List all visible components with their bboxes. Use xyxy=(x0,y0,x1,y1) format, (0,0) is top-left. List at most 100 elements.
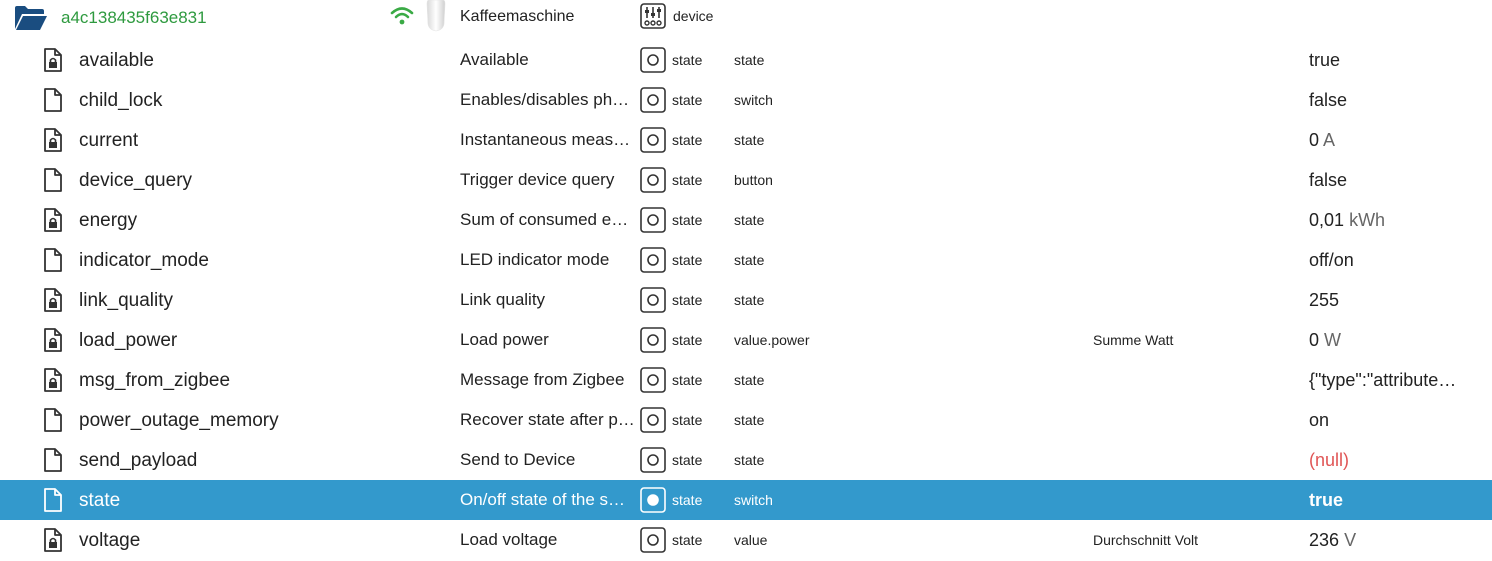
state-row-voltage[interactable]: voltage Load voltage state value Durchschnit… xyxy=(0,520,1492,560)
state-value-text: 0 xyxy=(1309,330,1320,350)
state-name[interactable]: energy xyxy=(79,210,137,232)
state-row-device_query[interactable]: device_query Trigger device query state but… xyxy=(0,160,1492,200)
state-role[interactable]: state xyxy=(734,292,764,308)
state-value[interactable]: 0,01 kWh xyxy=(1309,210,1479,231)
state-description: Link quality xyxy=(460,290,546,309)
device-row[interactable]: a4c138435f63e831 Kaffeemaschine device xyxy=(0,0,1492,40)
state-description: Message from Zigbee xyxy=(460,370,625,389)
state-role[interactable]: button xyxy=(734,172,773,188)
file-lock-icon xyxy=(44,328,62,352)
state-name[interactable]: send_payload xyxy=(79,450,197,472)
folder-open-icon[interactable] xyxy=(14,5,48,31)
state-value[interactable]: 0 A xyxy=(1309,130,1479,151)
state-type-icon xyxy=(640,327,666,353)
state-value-text: 0,01 xyxy=(1309,210,1345,230)
state-unit-note: Summe Watt xyxy=(1093,332,1174,348)
object-tree: a4c138435f63e831 Kaffeemaschine device a… xyxy=(0,0,1492,560)
state-role[interactable]: state xyxy=(734,452,764,468)
file-lock-icon xyxy=(44,48,62,72)
state-name[interactable]: state xyxy=(79,490,120,512)
state-value[interactable]: true xyxy=(1309,50,1479,71)
state-role[interactable]: state xyxy=(734,132,764,148)
state-name[interactable]: available xyxy=(79,50,154,72)
state-name[interactable]: voltage xyxy=(79,530,140,552)
state-row-power_outage_memory[interactable]: power_outage_memory Recover state after p… xyxy=(0,400,1492,440)
state-role[interactable]: value xyxy=(734,532,767,548)
state-name[interactable]: child_lock xyxy=(79,90,162,112)
state-row-link_quality[interactable]: link_quality Link quality state state 255 xyxy=(0,280,1492,320)
wifi-icon xyxy=(390,7,414,25)
state-description: Trigger device query xyxy=(460,170,615,189)
state-value[interactable]: false xyxy=(1309,90,1479,111)
state-value[interactable]: (null) xyxy=(1309,450,1479,471)
state-name[interactable]: power_outage_memory xyxy=(79,410,279,432)
state-type: state xyxy=(672,52,703,68)
state-role[interactable]: state xyxy=(734,52,764,68)
state-role[interactable]: state xyxy=(734,212,764,228)
state-row-indicator_mode[interactable]: indicator_mode LED indicator mode state sta… xyxy=(0,240,1492,280)
state-type-icon xyxy=(640,527,666,553)
file-icon xyxy=(44,408,62,432)
state-type-icon xyxy=(640,447,666,473)
state-value[interactable]: 236 V xyxy=(1309,530,1479,551)
state-role[interactable]: state xyxy=(734,252,764,268)
state-value[interactable]: 0 W xyxy=(1309,330,1479,351)
state-row-state[interactable]: state On/off state of the s… state switch tr… xyxy=(0,480,1492,520)
state-type-icon xyxy=(640,207,666,233)
state-value[interactable]: off/on xyxy=(1309,250,1479,271)
state-role[interactable]: switch xyxy=(734,492,773,508)
state-name[interactable]: link_quality xyxy=(79,290,173,312)
state-value-unit: W xyxy=(1324,330,1342,350)
state-name[interactable]: device_query xyxy=(79,170,192,192)
file-icon xyxy=(44,488,62,512)
state-value[interactable]: 255 xyxy=(1309,290,1479,311)
state-unit-note: Durchschnitt Volt xyxy=(1093,532,1199,548)
state-value[interactable]: true xyxy=(1309,490,1479,511)
state-value-unit: V xyxy=(1344,530,1357,550)
state-role[interactable]: switch xyxy=(734,92,773,108)
device-id[interactable]: a4c138435f63e831 xyxy=(61,8,207,28)
device-role: device xyxy=(673,8,714,24)
file-lock-icon xyxy=(44,128,62,152)
state-type: state xyxy=(672,132,703,148)
state-type: state xyxy=(672,452,703,468)
state-value-text: 236 xyxy=(1309,530,1340,550)
state-row-energy[interactable]: energy Sum of consumed en… state state 0,01 … xyxy=(0,200,1492,240)
state-name[interactable]: load_power xyxy=(79,330,177,352)
file-icon xyxy=(44,168,62,192)
state-description: On/off state of the s… xyxy=(460,490,626,509)
sliders-icon xyxy=(640,3,666,29)
state-type: state xyxy=(672,492,703,508)
state-type: state xyxy=(672,252,703,268)
state-row-available[interactable]: available Available state state true xyxy=(0,40,1492,80)
state-row-send_payload[interactable]: send_payload Send to Device state state (nul… xyxy=(0,440,1492,480)
state-value-text: on xyxy=(1309,410,1330,430)
state-description: Send to Device xyxy=(460,450,576,469)
state-description: Sum of consumed en… xyxy=(460,210,636,229)
file-lock-icon xyxy=(44,208,62,232)
state-row-child_lock[interactable]: child_lock Enables/disables phy… state swit… xyxy=(0,80,1492,120)
state-value[interactable]: {"type":"attribute… xyxy=(1309,370,1479,391)
smart-plug-image xyxy=(426,0,446,32)
state-description: Enables/disables phy… xyxy=(460,90,636,109)
state-name[interactable]: indicator_mode xyxy=(79,250,209,272)
state-row-msg_from_zigbee[interactable]: msg_from_zigbee Message from Zigbee state s… xyxy=(0,360,1492,400)
state-type: state xyxy=(672,92,703,108)
file-lock-icon xyxy=(44,528,62,552)
state-row-current[interactable]: current Instantaneous measu… state state 0 A xyxy=(0,120,1492,160)
state-description: Instantaneous measu… xyxy=(460,130,636,149)
state-type: state xyxy=(672,532,703,548)
state-value-text: true xyxy=(1309,490,1344,510)
state-role[interactable]: value.power xyxy=(734,332,810,348)
state-name[interactable]: current xyxy=(79,130,138,152)
state-value[interactable]: false xyxy=(1309,170,1479,191)
state-type: state xyxy=(672,332,703,348)
state-value[interactable]: on xyxy=(1309,410,1479,431)
state-role[interactable]: state xyxy=(734,412,764,428)
state-description: Recover state after p… xyxy=(460,410,635,429)
state-row-load_power[interactable]: load_power Load power state value.power Summ… xyxy=(0,320,1492,360)
state-value-text: off/on xyxy=(1309,250,1354,270)
state-name[interactable]: msg_from_zigbee xyxy=(79,370,230,392)
state-type: state xyxy=(672,212,703,228)
state-role[interactable]: state xyxy=(734,372,764,388)
